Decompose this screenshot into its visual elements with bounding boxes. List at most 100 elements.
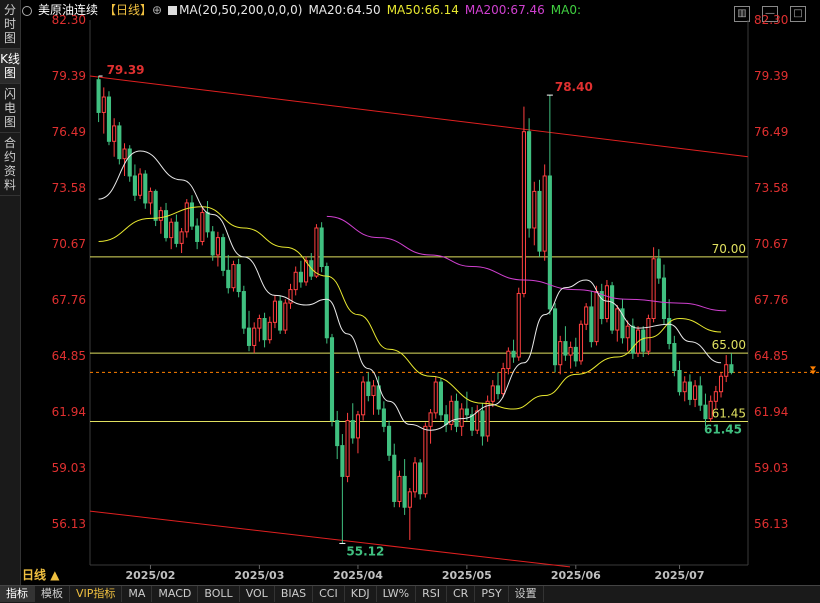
candle-up: [532, 190, 537, 229]
y-tick-label-left: 79.39: [52, 69, 86, 83]
x-axis: 2025/02 2025/03 2025/04 2025/05 2025/06 2025/…: [125, 565, 705, 582]
y-tick-label-right: 59.03: [754, 461, 788, 475]
x-tick-label: 2025/04: [333, 569, 383, 582]
candle-up: [433, 381, 438, 414]
x-tick-label: 2025/02: [125, 569, 175, 582]
candle-up: [412, 462, 418, 493]
candle-down: [573, 346, 578, 362]
tab-kdj[interactable]: KDJ: [345, 586, 377, 602]
candle-down: [480, 410, 485, 437]
candle-down: [511, 350, 516, 358]
candle-up: [314, 227, 319, 277]
candle-up: [568, 346, 573, 356]
y-tick-label-right: 79.39: [754, 69, 788, 83]
candle-down: [392, 454, 397, 502]
tab-template[interactable]: 模板: [35, 586, 70, 602]
candle-up: [158, 210, 163, 221]
tab-vip-indicator[interactable]: VIP指标: [70, 586, 123, 602]
tab-macd[interactable]: MACD: [152, 586, 199, 602]
candle-up: [148, 190, 153, 204]
candle-down: [438, 381, 443, 416]
y-tick-label-left: 56.13: [52, 517, 86, 531]
y-tick-label-right: 61.94: [754, 405, 788, 419]
candle-up: [615, 308, 620, 331]
candle-down: [698, 385, 703, 406]
indicator-tabbar: 指标 模板 VIP指标 MA MACD BOLL VOL BIAS CCI KDJ LW% RSI CR…: [0, 585, 820, 603]
candle-up: [371, 385, 376, 397]
candle-down: [552, 308, 558, 366]
lower-trendline: [89, 510, 571, 568]
candle-up: [428, 412, 433, 427]
tab-psy[interactable]: PSY: [475, 586, 509, 602]
candle-up: [501, 368, 506, 395]
tab-cci[interactable]: CCI: [313, 586, 345, 602]
candle-down: [589, 306, 594, 343]
candle-up: [200, 212, 205, 242]
tab-boll[interactable]: BOLL: [198, 586, 240, 602]
tab-bias[interactable]: BIAS: [275, 586, 314, 602]
candle-down: [163, 210, 169, 239]
candle-up: [718, 375, 724, 393]
candle-down: [324, 266, 329, 339]
candle-up: [713, 391, 718, 402]
candle-down: [495, 385, 501, 395]
tab-rsi[interactable]: RSI: [416, 586, 447, 602]
candle-up: [506, 350, 511, 370]
y-tick-label-right: 67.76: [754, 293, 788, 307]
candle-down: [153, 190, 158, 221]
x-tick-label: 2025/05: [442, 569, 492, 582]
candle-up: [101, 96, 106, 113]
candle-up: [407, 491, 412, 508]
candles: [96, 76, 734, 544]
candle-down: [319, 227, 324, 268]
ma50-line: [98, 206, 722, 410]
candlestick-chart[interactable]: 70.00 65.00 61.45 79.39 78.40 55.12 61.45 82.…: [0, 0, 820, 585]
candle-down: [641, 329, 646, 352]
candle-up: [252, 327, 257, 346]
candle-up: [215, 237, 220, 256]
tab-cr[interactable]: CR: [447, 586, 476, 602]
period-selector[interactable]: 日线 ▲: [22, 566, 90, 584]
candle-down: [563, 341, 568, 356]
tab-ma[interactable]: MA: [122, 586, 153, 602]
candle-up: [293, 271, 298, 291]
candle-up: [542, 175, 547, 252]
tab-vol[interactable]: VOL: [240, 586, 275, 602]
moving-averages: [98, 150, 727, 431]
y-tick-label-left: 82.30: [52, 13, 86, 27]
candle-up: [184, 202, 189, 233]
y-tick-label-right: 56.13: [754, 517, 788, 531]
candle-down: [205, 212, 210, 233]
last-price-marker-icon: [810, 366, 816, 375]
candle-down: [195, 225, 200, 242]
y-tick-label-right: 82.30: [754, 13, 788, 27]
candle-up: [584, 306, 589, 325]
candle-down: [402, 475, 407, 508]
candle-up: [345, 420, 350, 477]
ma200-line: [326, 215, 727, 312]
candle-down: [236, 264, 241, 293]
candle-down: [246, 327, 252, 346]
candle-down: [387, 425, 392, 456]
tab-lw[interactable]: LW%: [377, 586, 417, 602]
candle-up: [397, 475, 402, 502]
candle-down: [298, 271, 303, 283]
candle-down: [599, 291, 604, 319]
candle-down: [729, 364, 734, 373]
candle-down: [127, 148, 132, 177]
tab-settings[interactable]: 设置: [509, 586, 544, 602]
y-tick-label-left: 67.76: [52, 293, 86, 307]
candle-up: [682, 381, 687, 393]
candle-up: [179, 231, 184, 244]
tab-indicator[interactable]: 指标: [0, 586, 35, 602]
caret-up-icon: ▲: [50, 568, 60, 582]
candle-up: [578, 323, 584, 362]
candle-down: [143, 173, 148, 204]
level-label: 61.45: [712, 407, 746, 421]
candle-up: [490, 385, 495, 402]
low-label: 55.12: [346, 544, 384, 558]
level-label: 70.00: [712, 242, 746, 256]
candle-down: [189, 202, 195, 227]
candle-up: [475, 410, 480, 431]
ma20-line: [98, 150, 722, 431]
